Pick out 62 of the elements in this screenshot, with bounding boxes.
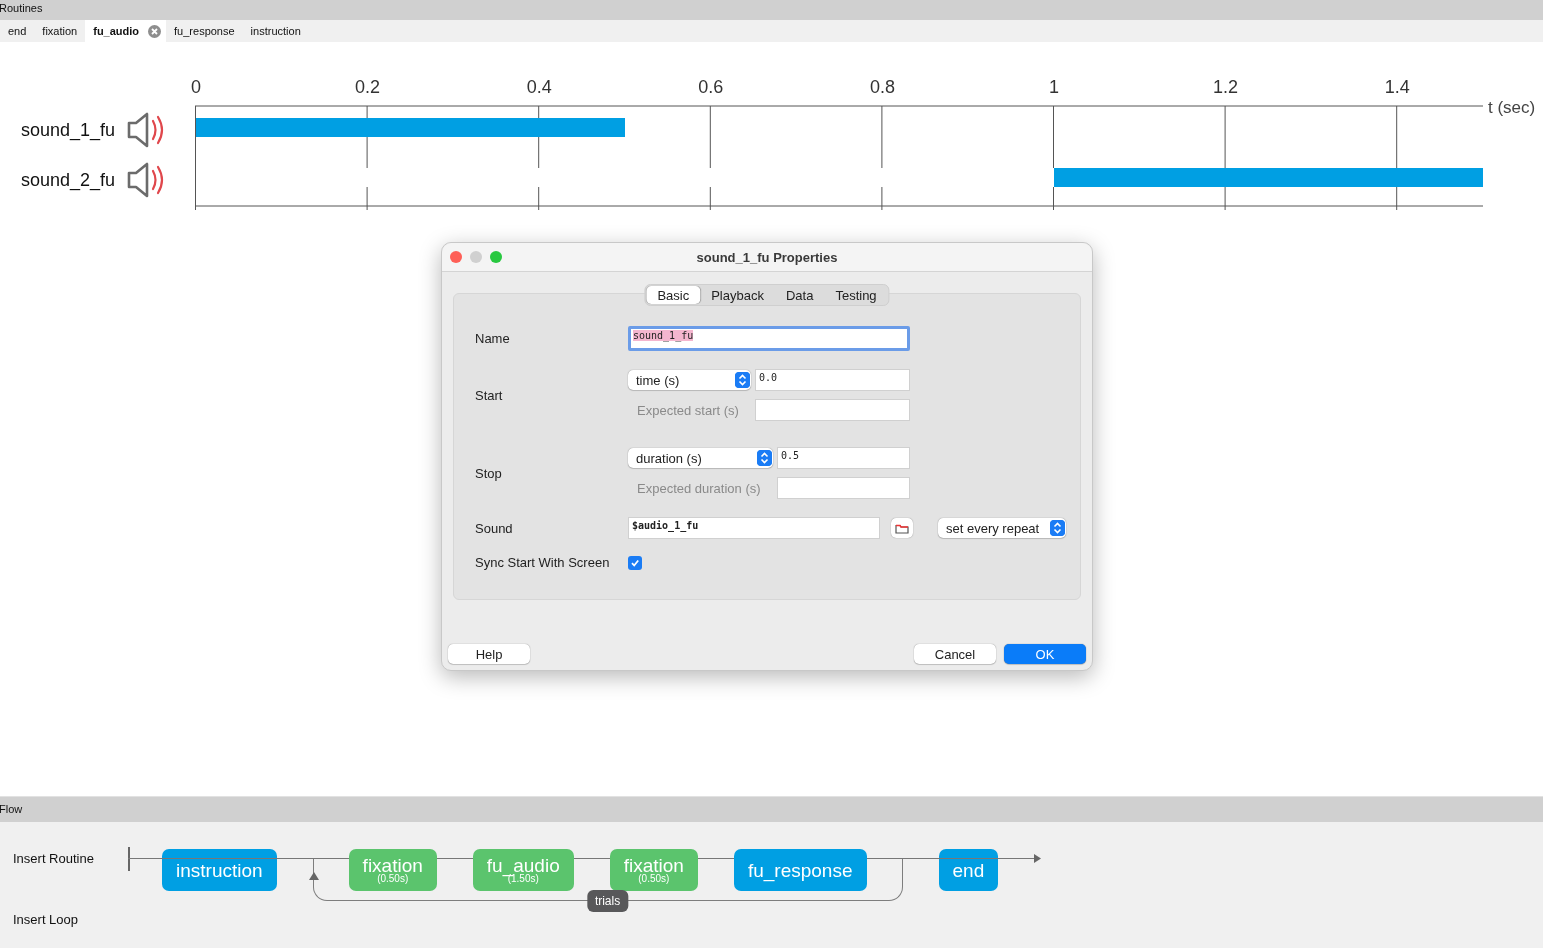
field-label: Expected start (s)	[636, 402, 739, 418]
zoom-button[interactable]	[490, 251, 502, 263]
sound-field[interactable]: $audio_1_fu	[628, 517, 880, 539]
field-label: Sound	[475, 520, 514, 536]
tick-label: 0.8	[869, 77, 895, 97]
checkbox[interactable]	[628, 555, 642, 570]
input-field[interactable]: 0.5	[777, 447, 910, 469]
routine-duration: (0.50s)	[638, 874, 670, 884]
tick-label: 0.2	[355, 77, 381, 97]
routine-tab[interactable]: instruction	[242, 20, 309, 42]
dropdown[interactable]: time (s)	[628, 370, 751, 390]
minimize-button[interactable]	[470, 251, 482, 263]
stepper-icon	[757, 450, 772, 466]
stepper-icon	[1050, 520, 1065, 536]
arrow-up-icon	[308, 872, 319, 880]
routine-tab[interactable]: end	[0, 20, 35, 42]
help-button[interactable]: Help	[448, 644, 530, 664]
field-label: Start	[475, 387, 504, 403]
ok-button[interactable]: OK	[1004, 644, 1086, 664]
flow-action[interactable]: Insert Loop	[13, 912, 128, 927]
field-label: Stop	[475, 465, 503, 481]
panel-title: Routines	[0, 0, 1543, 20]
tick-label: 0.4	[526, 77, 552, 97]
checkmark-icon	[630, 557, 640, 568]
dropdown[interactable]: duration (s)	[628, 448, 773, 468]
routine-tab[interactable]: fu_audio	[85, 20, 167, 42]
cancel-button[interactable]: Cancel	[914, 644, 996, 664]
browse-button[interactable]	[891, 518, 913, 538]
field-label: Name	[475, 331, 511, 346]
component-label: sound_1_fu	[20, 120, 115, 140]
close-button[interactable]	[450, 251, 462, 263]
input-field[interactable]	[777, 477, 910, 499]
flow-action[interactable]: Insert Routine	[13, 851, 128, 866]
folder-icon	[895, 522, 909, 534]
tick-label: 0	[191, 77, 201, 97]
dropdown[interactable]: set every repeat	[938, 518, 1066, 538]
field-label: Sync Start With Screen	[475, 555, 611, 570]
tick-label: 0.6	[698, 77, 724, 97]
window-title: sound_1_fu Properties	[696, 249, 838, 265]
routine-duration: (0.50s)	[377, 874, 409, 884]
input-field[interactable]	[755, 399, 910, 421]
input-field[interactable]: 0.0	[755, 369, 910, 391]
tab[interactable]: Basic	[646, 286, 701, 304]
close-icon[interactable]	[148, 24, 162, 38]
tab[interactable]: Testing	[824, 286, 888, 304]
tab[interactable]: Playback	[700, 286, 775, 304]
tab[interactable]: Data	[774, 286, 825, 304]
speaker-icon	[127, 162, 164, 198]
speaker-icon	[127, 112, 164, 148]
tick-label: 1.2	[1213, 77, 1239, 97]
panel-title: Flow	[0, 797, 1543, 822]
field-label: Expected duration (s)	[636, 480, 761, 496]
tick-label: 1.4	[1384, 77, 1410, 97]
axis-label: t (sec)	[1488, 98, 1536, 117]
name-field[interactable]: sound_1_fu	[628, 326, 910, 351]
flow-start-marker	[128, 847, 130, 871]
routine-tab[interactable]: fu_response	[166, 20, 243, 42]
component-label: sound_2_fu	[20, 170, 115, 190]
loop-label[interactable]: trials	[586, 890, 629, 912]
stepper-icon	[735, 372, 750, 388]
routine-tab[interactable]: fixation	[34, 20, 86, 42]
tick-label: 1	[1049, 77, 1059, 97]
